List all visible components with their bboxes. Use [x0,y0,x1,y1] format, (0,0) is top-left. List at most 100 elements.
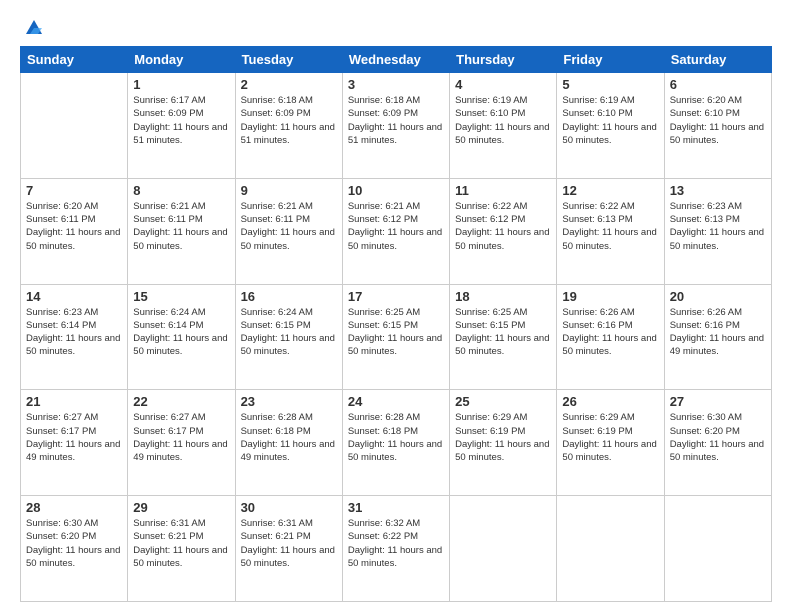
day-info: Sunrise: 6:22 AMSunset: 6:12 PMDaylight:… [455,200,551,253]
calendar-cell: 16 Sunrise: 6:24 AMSunset: 6:15 PMDayligh… [235,284,342,390]
weekday-header-sunday: Sunday [21,47,128,73]
weekday-header-friday: Friday [557,47,664,73]
day-number: 6 [670,77,766,92]
day-info: Sunrise: 6:27 AMSunset: 6:17 PMDaylight:… [133,411,229,464]
day-info: Sunrise: 6:29 AMSunset: 6:19 PMDaylight:… [455,411,551,464]
calendar-cell: 6Sunrise: 6:20 AMSunset: 6:10 PMDaylight… [664,73,771,179]
calendar-cell: 1 Sunrise: 6:17 AMSunset: 6:09 PMDaylight… [128,73,235,179]
weekday-header-thursday: Thursday [450,47,557,73]
day-info: Sunrise: 6:31 AMSunset: 6:21 PMDaylight:… [133,517,229,570]
logo [20,18,46,36]
day-info: Sunrise: 6:21 AMSunset: 6:11 PMDaylight:… [241,200,337,253]
calendar-cell: 20 Sunrise: 6:26 AMSunset: 6:16 PMDayligh… [664,284,771,390]
day-number: 16 [241,289,337,304]
day-info: Sunrise: 6:30 AMSunset: 6:20 PMDaylight:… [670,411,766,464]
day-number: 23 [241,394,337,409]
calendar-week-row: 14 Sunrise: 6:23 AMSunset: 6:14 PMDayligh… [21,284,772,390]
day-info: Sunrise: 6:17 AMSunset: 6:09 PMDaylight:… [133,94,229,147]
day-number: 20 [670,289,766,304]
calendar-cell: 27Sunrise: 6:30 AMSunset: 6:20 PMDayligh… [664,390,771,496]
day-info: Sunrise: 6:24 AMSunset: 6:15 PMDaylight:… [241,306,337,359]
header [20,18,772,36]
day-info: Sunrise: 6:26 AMSunset: 6:16 PMDaylight:… [670,306,766,359]
calendar-cell: 12 Sunrise: 6:22 AMSunset: 6:13 PMDayligh… [557,178,664,284]
day-number: 24 [348,394,444,409]
calendar-cell: 19 Sunrise: 6:26 AMSunset: 6:16 PMDayligh… [557,284,664,390]
day-info: Sunrise: 6:27 AMSunset: 6:17 PMDaylight:… [26,411,122,464]
day-number: 17 [348,289,444,304]
calendar-cell: 10 Sunrise: 6:21 AMSunset: 6:12 PMDayligh… [342,178,449,284]
day-number: 29 [133,500,229,515]
day-number: 21 [26,394,122,409]
day-info: Sunrise: 6:25 AMSunset: 6:15 PMDaylight:… [455,306,551,359]
calendar-cell: 17 Sunrise: 6:25 AMSunset: 6:15 PMDayligh… [342,284,449,390]
day-info: Sunrise: 6:23 AMSunset: 6:14 PMDaylight:… [26,306,122,359]
calendar-cell: 26 Sunrise: 6:29 AMSunset: 6:19 PMDayligh… [557,390,664,496]
day-number: 1 [133,77,229,92]
calendar-week-row: 28Sunrise: 6:30 AMSunset: 6:20 PMDayligh… [21,496,772,602]
calendar-cell: 8Sunrise: 6:21 AMSunset: 6:11 PMDaylight… [128,178,235,284]
day-number: 25 [455,394,551,409]
calendar-cell [557,496,664,602]
day-number: 9 [241,183,337,198]
logo-icon [24,18,44,36]
day-number: 31 [348,500,444,515]
day-number: 22 [133,394,229,409]
day-number: 19 [562,289,658,304]
day-info: Sunrise: 6:18 AMSunset: 6:09 PMDaylight:… [348,94,444,147]
day-info: Sunrise: 6:23 AMSunset: 6:13 PMDaylight:… [670,200,766,253]
day-number: 4 [455,77,551,92]
day-info: Sunrise: 6:21 AMSunset: 6:12 PMDaylight:… [348,200,444,253]
day-number: 10 [348,183,444,198]
calendar-cell: 11 Sunrise: 6:22 AMSunset: 6:12 PMDayligh… [450,178,557,284]
day-number: 15 [133,289,229,304]
day-number: 8 [133,183,229,198]
day-info: Sunrise: 6:32 AMSunset: 6:22 PMDaylight:… [348,517,444,570]
day-number: 13 [670,183,766,198]
day-info: Sunrise: 6:30 AMSunset: 6:20 PMDaylight:… [26,517,122,570]
day-info: Sunrise: 6:25 AMSunset: 6:15 PMDaylight:… [348,306,444,359]
calendar-cell: 18 Sunrise: 6:25 AMSunset: 6:15 PMDayligh… [450,284,557,390]
day-number: 18 [455,289,551,304]
day-number: 3 [348,77,444,92]
calendar-cell: 4Sunrise: 6:19 AMSunset: 6:10 PMDaylight… [450,73,557,179]
calendar-cell: 28Sunrise: 6:30 AMSunset: 6:20 PMDayligh… [21,496,128,602]
calendar-cell: 21 Sunrise: 6:27 AMSunset: 6:17 PMDayligh… [21,390,128,496]
calendar-cell: 15Sunrise: 6:24 AMSunset: 6:14 PMDayligh… [128,284,235,390]
calendar-week-row: 21 Sunrise: 6:27 AMSunset: 6:17 PMDayligh… [21,390,772,496]
weekday-header-row: SundayMondayTuesdayWednesdayThursdayFrid… [21,47,772,73]
calendar-cell: 22 Sunrise: 6:27 AMSunset: 6:17 PMDayligh… [128,390,235,496]
day-number: 26 [562,394,658,409]
day-info: Sunrise: 6:31 AMSunset: 6:21 PMDaylight:… [241,517,337,570]
calendar-cell: 9 Sunrise: 6:21 AMSunset: 6:11 PMDaylight… [235,178,342,284]
weekday-header-monday: Monday [128,47,235,73]
day-info: Sunrise: 6:22 AMSunset: 6:13 PMDaylight:… [562,200,658,253]
day-info: Sunrise: 6:29 AMSunset: 6:19 PMDaylight:… [562,411,658,464]
calendar-cell: 30Sunrise: 6:31 AMSunset: 6:21 PMDayligh… [235,496,342,602]
calendar-cell: 29 Sunrise: 6:31 AMSunset: 6:21 PMDayligh… [128,496,235,602]
day-info: Sunrise: 6:26 AMSunset: 6:16 PMDaylight:… [562,306,658,359]
calendar-cell [450,496,557,602]
calendar-cell: 7 Sunrise: 6:20 AMSunset: 6:11 PMDaylight… [21,178,128,284]
weekday-header-saturday: Saturday [664,47,771,73]
day-info: Sunrise: 6:20 AMSunset: 6:11 PMDaylight:… [26,200,122,253]
day-number: 14 [26,289,122,304]
day-info: Sunrise: 6:28 AMSunset: 6:18 PMDaylight:… [241,411,337,464]
calendar-cell: 2Sunrise: 6:18 AMSunset: 6:09 PMDaylight… [235,73,342,179]
calendar-cell: 31 Sunrise: 6:32 AMSunset: 6:22 PMDayligh… [342,496,449,602]
calendar-week-row: 7 Sunrise: 6:20 AMSunset: 6:11 PMDaylight… [21,178,772,284]
calendar-cell: 13 Sunrise: 6:23 AMSunset: 6:13 PMDayligh… [664,178,771,284]
calendar-cell: 23 Sunrise: 6:28 AMSunset: 6:18 PMDayligh… [235,390,342,496]
calendar-cell: 3 Sunrise: 6:18 AMSunset: 6:09 PMDaylight… [342,73,449,179]
calendar-cell: 14 Sunrise: 6:23 AMSunset: 6:14 PMDayligh… [21,284,128,390]
calendar-cell [664,496,771,602]
day-number: 5 [562,77,658,92]
calendar-cell: 24Sunrise: 6:28 AMSunset: 6:18 PMDayligh… [342,390,449,496]
day-number: 12 [562,183,658,198]
day-number: 11 [455,183,551,198]
weekday-header-tuesday: Tuesday [235,47,342,73]
page: SundayMondayTuesdayWednesdayThursdayFrid… [0,0,792,612]
day-number: 7 [26,183,122,198]
calendar-cell: 25 Sunrise: 6:29 AMSunset: 6:19 PMDayligh… [450,390,557,496]
day-info: Sunrise: 6:18 AMSunset: 6:09 PMDaylight:… [241,94,337,147]
